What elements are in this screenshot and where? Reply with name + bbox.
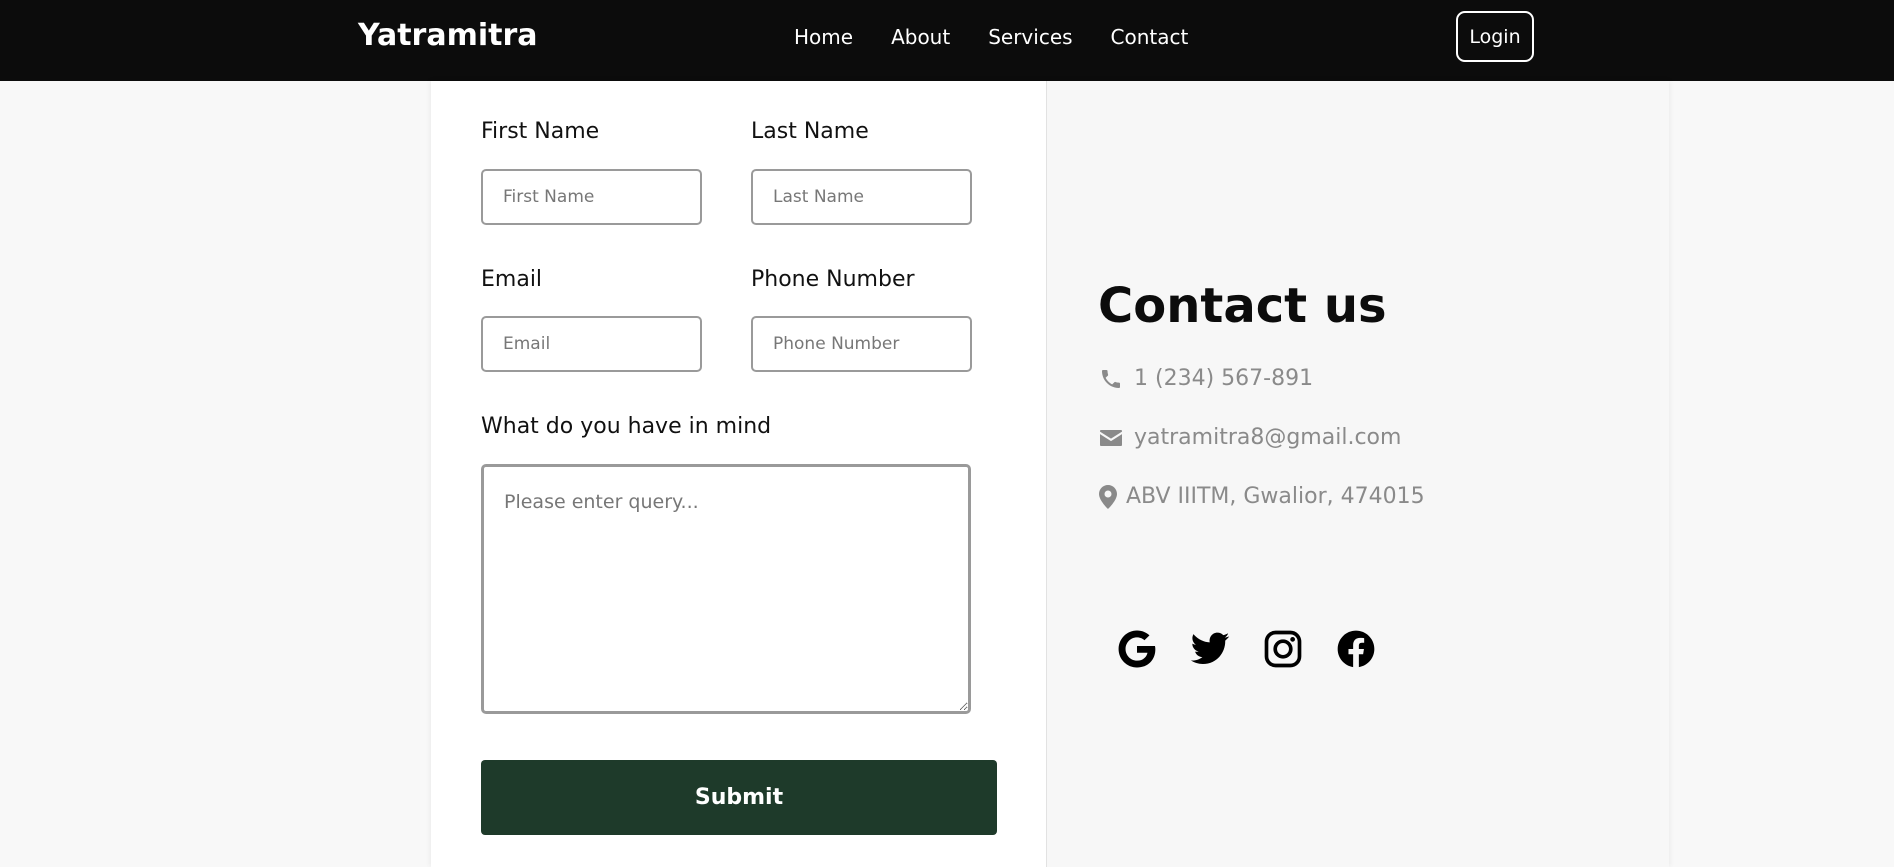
contact-email: yatramitra8@gmail.com	[1098, 424, 1401, 452]
contact-phone: 1 (234) 567-891	[1098, 365, 1313, 393]
contact-address: ABV IIITM, Gwalior, 474015	[1098, 483, 1425, 511]
envelope-icon	[1098, 425, 1124, 451]
social-links	[1114, 626, 1406, 672]
last-name-input[interactable]	[751, 169, 972, 225]
submit-button[interactable]: Submit	[481, 760, 997, 835]
contact-email-text[interactable]: yatramitra8@gmail.com	[1134, 424, 1401, 452]
google-icon[interactable]	[1114, 626, 1160, 672]
navbar: Yatramitra Home About Services Contact L…	[0, 0, 1894, 81]
nav-about[interactable]: About	[891, 24, 950, 50]
nav-home[interactable]: Home	[794, 24, 853, 50]
last-name-label: Last Name	[751, 119, 869, 144]
map-pin-icon	[1098, 484, 1118, 510]
query-label: What do you have in mind	[481, 414, 772, 439]
email-label: Email	[481, 267, 543, 292]
phone-icon	[1098, 366, 1124, 392]
twitter-icon[interactable]	[1187, 626, 1233, 672]
brand-logo[interactable]: Yatramitra	[358, 16, 538, 56]
login-button[interactable]: Login	[1456, 11, 1534, 62]
contact-address-text: ABV IIITM, Gwalior, 474015	[1126, 484, 1425, 509]
phone-input[interactable]	[751, 316, 972, 372]
nav-links: Home About Services Contact	[794, 24, 1226, 50]
nav-contact[interactable]: Contact	[1111, 24, 1189, 50]
contact-title: Contact us	[1098, 278, 1387, 334]
contact-form: First Name Last Name Email Phone Number …	[431, 81, 1047, 867]
facebook-icon[interactable]	[1333, 626, 1379, 672]
first-name-label: First Name	[481, 119, 600, 144]
first-name-input[interactable]	[481, 169, 702, 225]
contact-card: First Name Last Name Email Phone Number …	[431, 81, 1669, 867]
nav-services[interactable]: Services	[988, 24, 1072, 50]
instagram-icon[interactable]	[1260, 626, 1306, 672]
phone-label: Phone Number	[751, 267, 915, 292]
query-textarea[interactable]	[481, 464, 971, 714]
email-input[interactable]	[481, 316, 702, 372]
contact-phone-text: 1 (234) 567-891	[1134, 366, 1314, 391]
